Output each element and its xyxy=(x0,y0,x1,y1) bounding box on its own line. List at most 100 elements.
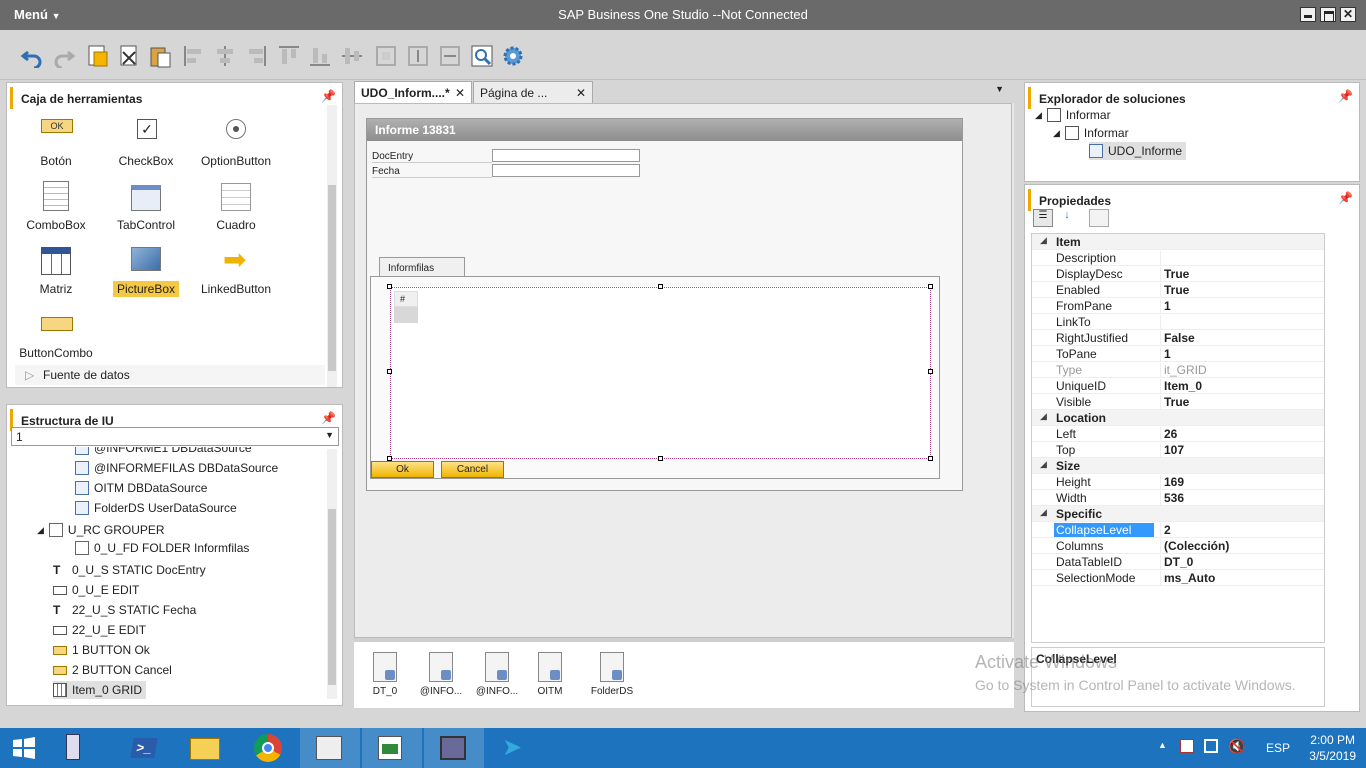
property-row[interactable]: Left 26 xyxy=(1032,426,1324,442)
property-category[interactable]: ◢ Location xyxy=(1032,410,1324,426)
resize-handle[interactable] xyxy=(658,456,663,461)
collapse-icon[interactable]: ◢ xyxy=(1040,411,1047,422)
property-row[interactable]: LinkTo xyxy=(1032,314,1324,330)
undo-icon[interactable] xyxy=(20,44,44,68)
tab-list-chevron-icon[interactable]: ▼ xyxy=(995,84,1004,94)
property-row[interactable]: SelectionMode ms_Auto xyxy=(1032,570,1324,586)
powershell-icon[interactable]: >_ xyxy=(114,728,174,768)
property-value[interactable]: it_GRID xyxy=(1160,363,1324,378)
pin-icon[interactable]: 📌 xyxy=(1338,89,1353,103)
property-category[interactable]: ◢ Item xyxy=(1032,234,1324,250)
tool-matriz[interactable]: Matriz xyxy=(11,245,101,297)
same-size-icon[interactable] xyxy=(374,44,398,68)
datasource-section[interactable]: ▷ Fuente de datos xyxy=(15,365,325,385)
collapse-icon[interactable]: ◢ xyxy=(1040,459,1047,470)
align-center-icon[interactable] xyxy=(213,44,237,68)
resize-handle[interactable] xyxy=(387,369,392,374)
close-icon[interactable]: ✕ xyxy=(455,86,465,100)
solution-node[interactable]: ◢ Informar xyxy=(1035,106,1111,124)
settings-gear-icon[interactable] xyxy=(501,44,525,68)
form-selector-dropdown[interactable]: 1 ▼ xyxy=(11,427,339,446)
property-value[interactable]: 26 xyxy=(1160,427,1324,442)
property-value[interactable]: 536 xyxy=(1160,491,1324,506)
property-value[interactable]: True xyxy=(1160,395,1324,410)
tree-node[interactable]: ◢ U_RC GROUPER xyxy=(37,521,165,539)
property-value[interactable]: True xyxy=(1160,267,1324,282)
resize-handle[interactable] xyxy=(928,369,933,374)
collapse-icon[interactable]: ◢ xyxy=(1040,235,1047,246)
tool-combobox[interactable]: ComboBox xyxy=(11,181,101,233)
tree-node[interactable]: 0_U_E EDIT xyxy=(53,581,139,599)
property-row[interactable]: UniqueID Item_0 xyxy=(1032,378,1324,394)
minimize-button[interactable] xyxy=(1300,7,1316,22)
datasource-info1[interactable]: @INFO... xyxy=(416,652,466,697)
editor-taskbar-icon[interactable] xyxy=(362,728,422,768)
solution-node[interactable]: ◢ Informar xyxy=(1053,124,1129,142)
chrome-icon[interactable] xyxy=(238,728,298,768)
collapse-icon[interactable]: ◢ xyxy=(1040,507,1047,518)
property-row[interactable]: Height 169 xyxy=(1032,474,1324,490)
property-value[interactable]: 169 xyxy=(1160,475,1324,490)
pin-icon[interactable]: 📌 xyxy=(321,89,336,103)
new-file-icon[interactable] xyxy=(86,44,110,68)
volume-muted-icon[interactable]: 🔇 xyxy=(1228,738,1245,755)
property-row[interactable]: DataTableID DT_0 xyxy=(1032,554,1324,570)
property-category[interactable]: ◢ Specific xyxy=(1032,506,1324,522)
paste-icon[interactable] xyxy=(148,44,172,68)
pin-icon[interactable]: 📌 xyxy=(321,411,336,425)
tool-buttoncombo[interactable]: ButtonCombo xyxy=(11,309,101,361)
align-bottom-icon[interactable] xyxy=(308,44,332,68)
network-icon[interactable] xyxy=(1204,739,1218,753)
tool-tabcontrol[interactable]: TabControl xyxy=(101,181,191,233)
property-row[interactable]: RightJustified False xyxy=(1032,330,1324,346)
property-row[interactable]: Columns (Colección) xyxy=(1032,538,1324,554)
property-value[interactable]: 107 xyxy=(1160,443,1324,458)
tab-udo-informe[interactable]: UDO_Inform....* ✕ xyxy=(354,81,472,103)
categorized-icon[interactable]: ☰ xyxy=(1033,209,1053,227)
property-row[interactable]: ToPane 1 xyxy=(1032,346,1324,362)
sap-studio-taskbar-icon[interactable] xyxy=(300,728,360,768)
property-row[interactable]: DisplayDesc True xyxy=(1032,266,1324,282)
start-button[interactable] xyxy=(0,728,50,768)
property-row[interactable]: Type it_GRID xyxy=(1032,362,1324,378)
align-top-icon[interactable] xyxy=(277,44,301,68)
redo-icon[interactable] xyxy=(52,44,76,68)
preview-icon[interactable] xyxy=(470,44,494,68)
server-manager-icon[interactable] xyxy=(52,728,112,768)
property-row[interactable]: Width 536 xyxy=(1032,490,1324,506)
tree-node[interactable]: OITM DBDataSource xyxy=(75,479,207,497)
tool-picturebox[interactable]: PictureBox xyxy=(101,245,191,297)
file-explorer-icon[interactable] xyxy=(176,728,236,768)
resize-handle[interactable] xyxy=(928,284,933,289)
close-icon[interactable]: ✕ xyxy=(576,86,586,100)
sort-az-icon[interactable]: ↓ xyxy=(1057,209,1077,227)
property-value[interactable]: ms_Auto xyxy=(1160,571,1324,586)
property-value[interactable]: DT_0 xyxy=(1160,555,1324,570)
property-value[interactable]: 1 xyxy=(1160,299,1324,314)
property-value[interactable]: False xyxy=(1160,331,1324,346)
tray-expand-icon[interactable]: ▲ xyxy=(1158,740,1167,750)
property-value[interactable]: (Colección) xyxy=(1160,539,1324,554)
property-row[interactable]: Description xyxy=(1032,250,1324,266)
property-value[interactable]: Item_0 xyxy=(1160,379,1324,394)
tool-button[interactable]: OK Botón xyxy=(11,117,101,169)
tree-node[interactable]: T 22_U_S STATIC Fecha xyxy=(53,601,196,619)
resize-handle[interactable] xyxy=(387,284,392,289)
align-left-icon[interactable] xyxy=(182,44,206,68)
item-grid[interactable]: # xyxy=(390,287,931,459)
tree-node[interactable]: @INFORMEFILAS DBDataSource xyxy=(75,459,278,477)
datasource-info2[interactable]: @INFO... xyxy=(472,652,522,697)
fecha-input[interactable] xyxy=(492,164,640,177)
align-right-icon[interactable] xyxy=(244,44,268,68)
pin-icon[interactable]: 📌 xyxy=(1338,191,1353,205)
tree-node-selected[interactable]: Item_0 GRID xyxy=(53,681,147,699)
tree-node[interactable]: 2 BUTTON Cancel xyxy=(53,661,172,679)
input-language[interactable]: ESP xyxy=(1266,741,1290,755)
tree-node[interactable]: @INFORME1 DBDataSource xyxy=(75,447,252,457)
solution-node-selected[interactable]: UDO_Informe xyxy=(1089,142,1187,160)
property-row[interactable]: Top 107 xyxy=(1032,442,1324,458)
toolbox-scrollbar[interactable] xyxy=(327,105,337,387)
same-width-icon[interactable] xyxy=(438,44,462,68)
action-center-icon[interactable] xyxy=(1180,739,1194,753)
tree-node[interactable]: FolderDS UserDataSource xyxy=(75,499,237,517)
